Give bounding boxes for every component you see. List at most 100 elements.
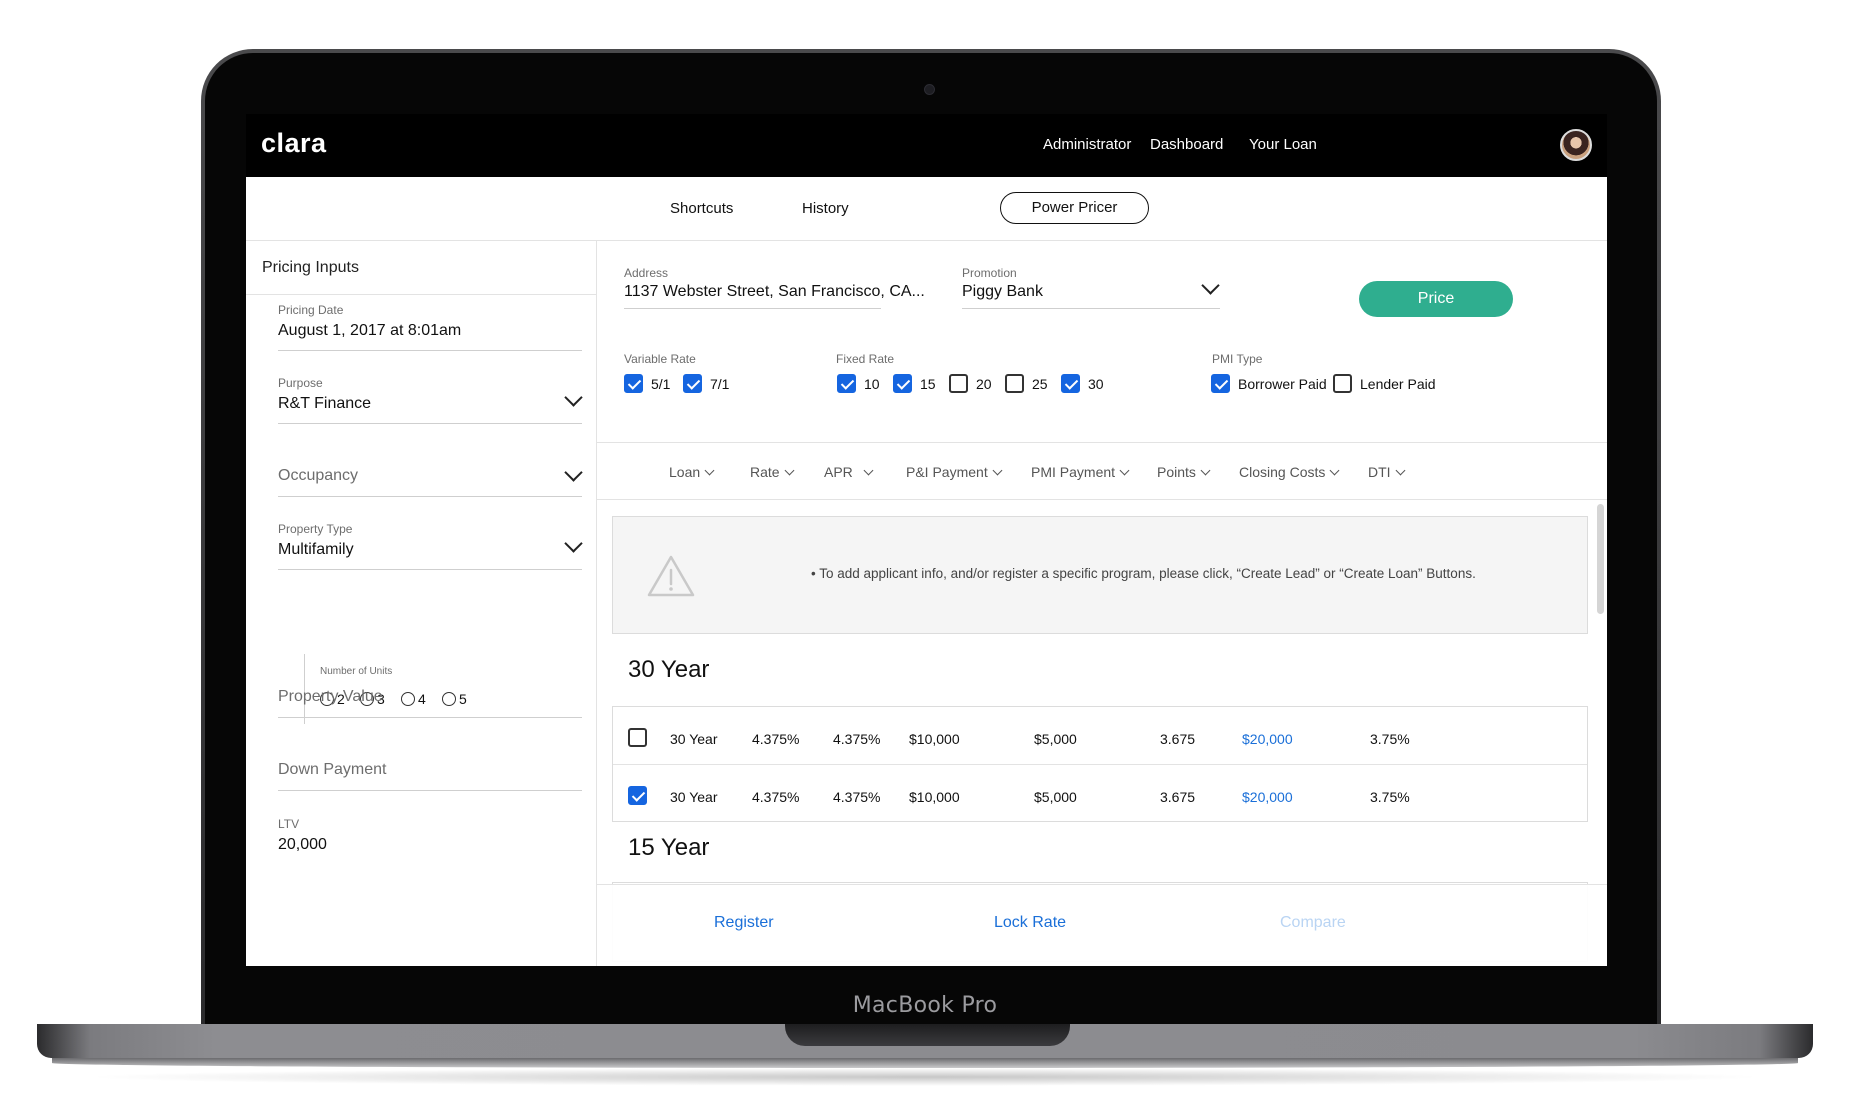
- address-label: Address: [624, 266, 669, 280]
- promotion-value[interactable]: Piggy Bank: [962, 283, 1043, 301]
- section-title-15-year: 15 Year: [628, 834, 710, 861]
- chevron-down-icon: [1200, 465, 1211, 476]
- property-value-placeholder: Property Value: [278, 688, 383, 705]
- cell-points: 3.675: [1160, 731, 1196, 747]
- checkbox-checked-icon[interactable]: [628, 786, 647, 805]
- chevron-down-icon: [992, 465, 1003, 476]
- alert-message: • To add applicant info, and/or register…: [811, 566, 1476, 581]
- results-card-30-year: 30 Year 4.375% 4.375% $10,000 $5,000 3.6…: [612, 706, 1588, 822]
- purpose-select[interactable]: Purpose R&T Finance: [278, 376, 583, 424]
- purpose-value: R&T Finance: [278, 395, 372, 412]
- pmi-type-label: PMI Type: [1212, 352, 1263, 366]
- tab-power-pricer[interactable]: Power Pricer: [1000, 192, 1149, 224]
- property-type-select[interactable]: Property Type Multifamily: [278, 522, 583, 570]
- info-alert: • To add applicant info, and/or register…: [612, 516, 1588, 634]
- scrollbar[interactable]: [1597, 504, 1604, 614]
- ltv-field[interactable]: LTV 20,000: [278, 817, 582, 877]
- warning-icon: [647, 555, 695, 597]
- cell-dti: 3.75%: [1370, 731, 1410, 747]
- col-pmi-payment[interactable]: PMI Payment: [1031, 464, 1130, 480]
- col-pi-payment[interactable]: P&I Payment: [906, 464, 1003, 480]
- property-type-value: Multifamily: [278, 541, 354, 558]
- col-closing-costs[interactable]: Closing Costs: [1239, 464, 1340, 480]
- app-screen: clara Administrator Dashboard Your Loan …: [246, 114, 1607, 966]
- checkbox-empty-icon[interactable]: [628, 728, 647, 747]
- chevron-down-icon: [1119, 465, 1130, 476]
- nav-administrator[interactable]: Administrator: [1043, 136, 1131, 153]
- device-label: MacBook Pro: [852, 993, 998, 1018]
- pricing-date-field[interactable]: Pricing Date August 1, 2017 at 8:01am: [278, 303, 582, 351]
- checkbox-lender-paid[interactable]: Lender Paid: [1333, 374, 1436, 393]
- checkbox-empty-icon: [1005, 374, 1024, 393]
- chevron-down-icon: [564, 534, 583, 553]
- address-value[interactable]: 1137 Webster Street, San Francisco, CA..…: [624, 283, 925, 301]
- cell-dti: 3.75%: [1370, 789, 1410, 805]
- fixed-rate-label: Fixed Rate: [836, 352, 895, 366]
- cell-closing-costs-link[interactable]: $20,000: [1242, 789, 1293, 805]
- col-dti[interactable]: DTI: [1368, 464, 1406, 480]
- down-payment-placeholder: Down Payment: [278, 761, 387, 778]
- bottom-action-bar: Register Lock Rate Compare: [597, 884, 1607, 966]
- table-row[interactable]: 30 Year 4.375% 4.375% $10,000 $5,000 3.6…: [613, 764, 1587, 830]
- cell-loan: 30 Year: [670, 789, 718, 805]
- property-type-label: Property Type: [278, 522, 353, 536]
- tab-history[interactable]: History: [802, 200, 849, 217]
- nav-dashboard[interactable]: Dashboard: [1150, 136, 1223, 153]
- occupancy-placeholder: Occupancy: [278, 467, 359, 484]
- checkbox-checked-icon: [1211, 374, 1230, 393]
- checkbox-7-1[interactable]: 7/1: [683, 374, 729, 393]
- chevron-down-icon[interactable]: [1201, 276, 1220, 295]
- checkbox-checked-icon: [683, 374, 702, 393]
- checkbox-10[interactable]: 10: [837, 374, 880, 393]
- down-payment-field[interactable]: Down Payment: [278, 761, 582, 791]
- col-loan[interactable]: Loan: [669, 464, 715, 480]
- col-apr[interactable]: APR: [824, 464, 874, 480]
- user-avatar[interactable]: [1560, 129, 1592, 161]
- cell-rate: 4.375%: [752, 789, 800, 805]
- cell-apr: 4.375%: [833, 731, 881, 747]
- checkbox-15[interactable]: 15: [893, 374, 936, 393]
- property-value-field[interactable]: Property Value: [278, 688, 582, 718]
- nav-your-loan[interactable]: Your Loan: [1249, 136, 1317, 153]
- price-button[interactable]: Price: [1359, 281, 1513, 317]
- laptop-mockup: clara Administrator Dashboard Your Loan …: [0, 0, 1850, 1120]
- lock-rate-button[interactable]: Lock Rate: [994, 914, 1066, 932]
- checkbox-borrower-paid[interactable]: Borrower Paid: [1211, 374, 1327, 393]
- ltv-value: 20,000: [278, 836, 327, 853]
- laptop-shadow: [80, 1068, 1770, 1086]
- panel-title: Pricing Inputs: [262, 259, 359, 276]
- chevron-down-icon: [863, 465, 874, 476]
- chevron-down-icon: [564, 388, 583, 407]
- checkbox-30[interactable]: 30: [1061, 374, 1104, 393]
- checkbox-20[interactable]: 20: [949, 374, 992, 393]
- chevron-down-icon: [704, 465, 715, 476]
- tab-shortcuts[interactable]: Shortcuts: [670, 200, 733, 217]
- top-navbar: clara Administrator Dashboard Your Loan: [246, 114, 1607, 177]
- sub-navigation: Shortcuts History Power Pricer: [246, 177, 1607, 241]
- occupancy-select[interactable]: Occupancy: [278, 463, 583, 497]
- checkbox-5-1[interactable]: 5/1: [624, 374, 670, 393]
- promotion-label: Promotion: [962, 266, 1017, 280]
- col-rate[interactable]: Rate: [750, 464, 795, 480]
- clara-logo[interactable]: clara: [261, 128, 327, 159]
- chevron-down-icon: [784, 465, 795, 476]
- cell-points: 3.675: [1160, 789, 1196, 805]
- pricing-inputs-panel: Pricing Inputs Pricing Date August 1, 20…: [246, 241, 597, 966]
- col-points[interactable]: Points: [1157, 464, 1211, 480]
- cell-closing-costs-link[interactable]: $20,000: [1242, 731, 1293, 747]
- register-button[interactable]: Register: [714, 914, 774, 932]
- ltv-label: LTV: [278, 817, 300, 831]
- laptop-base-edge: [52, 1058, 1798, 1068]
- checkbox-empty-icon: [1333, 374, 1352, 393]
- cell-rate: 4.375%: [752, 731, 800, 747]
- pricing-date-label: Pricing Date: [278, 303, 344, 317]
- compare-button[interactable]: Compare: [1280, 914, 1346, 932]
- pricing-date-value: August 1, 2017 at 8:01am: [278, 322, 462, 339]
- cell-pmi-payment: $5,000: [1034, 731, 1077, 747]
- cell-loan: 30 Year: [670, 731, 718, 747]
- variable-rate-label: Variable Rate: [624, 352, 696, 366]
- cell-pi-payment: $10,000: [909, 731, 960, 747]
- checkbox-25[interactable]: 25: [1005, 374, 1048, 393]
- chevron-down-icon: [1395, 465, 1406, 476]
- results-column-headers: Loan Rate APR P&I Payment PMI Payment Po…: [597, 442, 1607, 500]
